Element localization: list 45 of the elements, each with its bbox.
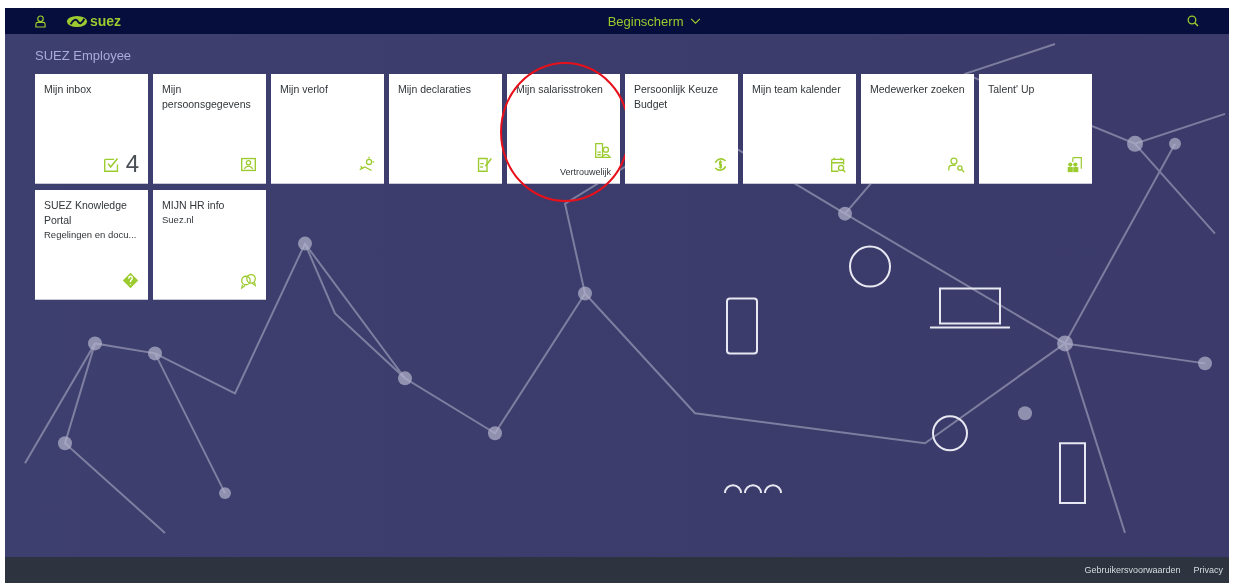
tile-count: 4 [125, 151, 139, 177]
home-menu-button[interactable]: Beginscherm [605, 13, 703, 29]
tile-title: Talent' Up [988, 82, 1036, 97]
user-icon[interactable] [35, 14, 46, 28]
tile-title: Medewerker zoeken [870, 82, 965, 97]
app-tile[interactable]: SUEZ Knowledge Portal Regelingen en docu... [35, 190, 148, 300]
section-title: SUEZ Employee [35, 48, 133, 63]
tile-title: SUEZ Knowledge Portal [44, 198, 128, 228]
speech-bubbles-icon [240, 272, 257, 289]
task-icon [102, 156, 120, 173]
tile-title: Mijn verlof [280, 82, 329, 97]
app-tile[interactable]: MIJN HR info Suez.nl [153, 190, 266, 300]
tile-title: MIJN HR info [162, 198, 226, 213]
app-tile[interactable]: Talent' Up [979, 74, 1092, 184]
question-diamond-icon [122, 272, 139, 289]
suez-logo[interactable]: suez [66, 13, 122, 29]
tile-title: Mijn team kalender [752, 82, 842, 97]
sun-lounger-icon [358, 156, 375, 173]
app-tile[interactable]: Mijn verlof [271, 74, 384, 184]
people-board-icon [1066, 156, 1083, 173]
tile-subtitle: Regelingen en docu... [44, 228, 138, 242]
payslip-icon [594, 142, 611, 159]
app-tile[interactable]: Mijn team kalender [743, 74, 856, 184]
edit-document-icon [476, 156, 493, 173]
tile-subtitle: Suez.nl [162, 213, 195, 227]
footer-link[interactable]: Gebruikersvoorwaarden [1084, 565, 1181, 575]
money-exchange-icon [712, 156, 729, 173]
tile-title: Mijn inbox [44, 82, 93, 97]
app-tile[interactable]: Mijn declaraties [389, 74, 502, 184]
tile-footer: Vertrouwelijk [516, 167, 611, 177]
app-tile[interactable]: Medewerker zoeken [861, 74, 974, 184]
calendar-search-icon [830, 156, 847, 173]
contact-card-icon [240, 156, 257, 173]
app-tile[interactable]: Mijn inbox 4 [35, 74, 148, 184]
search-icon[interactable] [1187, 15, 1199, 27]
tile-title: Persoonlijk Keuze Budget [634, 82, 720, 112]
tile-title: Mijn salarisstroken [516, 82, 604, 97]
app-tile[interactable]: Persoonlijk Keuze Budget [625, 74, 738, 184]
tile-title: Mijn declaraties [398, 82, 472, 97]
person-search-icon [948, 156, 965, 173]
app-tile[interactable]: Mijn salarisstroken Vertrouwelijk [507, 74, 620, 184]
chevron-down-icon [689, 17, 701, 25]
app-tile[interactable]: Mijn persoonsgegevens [153, 74, 266, 184]
tile-title: Mijn persoonsgegevens [162, 82, 252, 112]
footer-link[interactable]: Privacy [1193, 565, 1223, 575]
